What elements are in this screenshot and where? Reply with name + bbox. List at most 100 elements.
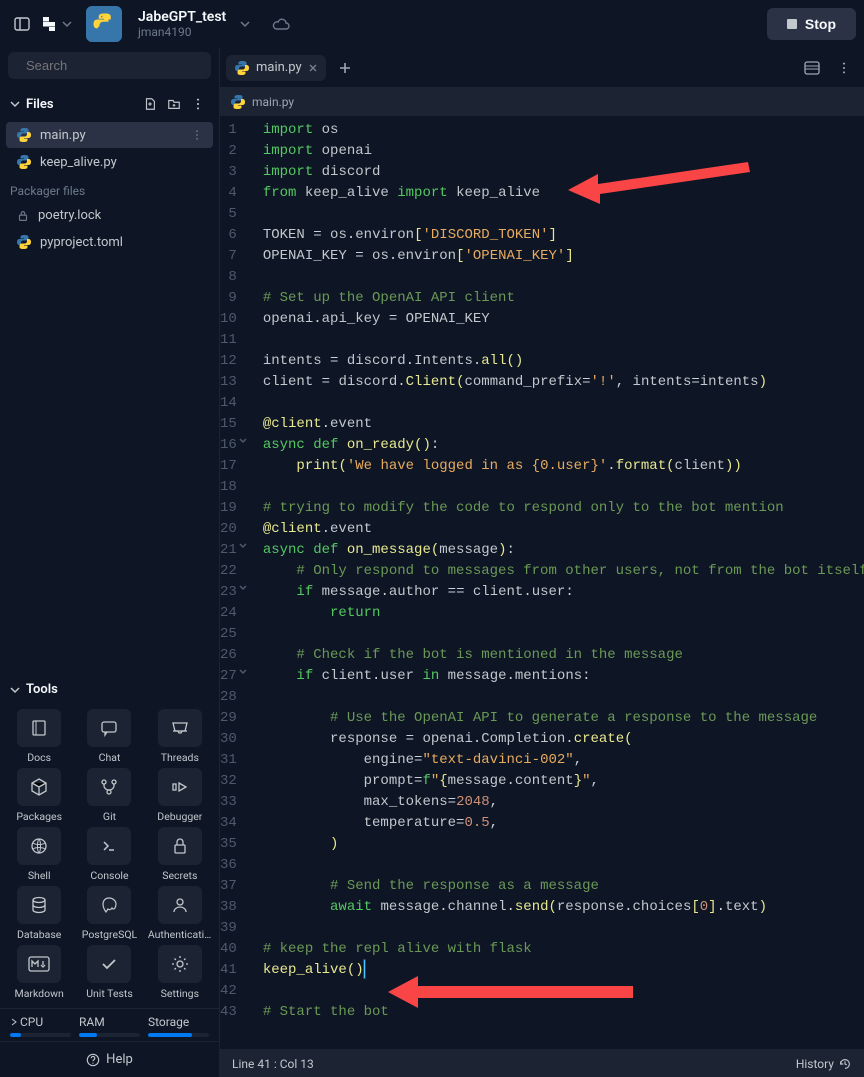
main-area: Files main.py keep_alive.py Packager file… (0, 48, 864, 1077)
cloud-sync-icon[interactable] (272, 17, 290, 31)
help-button[interactable]: Help (0, 1041, 219, 1077)
top-left-controls (8, 10, 72, 38)
console-icon (87, 827, 131, 865)
help-label: Help (106, 1052, 133, 1067)
packager-files-label: Packager files (0, 176, 219, 202)
file-item[interactable]: keep_alive.py (6, 149, 213, 175)
file-name: keep_alive.py (40, 155, 117, 170)
tool-label: Packages (16, 810, 62, 823)
search-bar[interactable] (8, 52, 211, 79)
tab-bar: main.py (220, 48, 864, 88)
file-name: pyproject.toml (40, 235, 123, 250)
breadcrumb-file[interactable]: main.py (252, 95, 294, 109)
chevron-down-icon[interactable] (240, 19, 250, 29)
tool-database[interactable]: Database (6, 886, 72, 941)
tool-secrets[interactable]: Secrets (147, 827, 213, 882)
cube-icon (17, 768, 61, 806)
file-icon (16, 234, 32, 250)
tool-label: Secrets (162, 869, 197, 882)
history-button[interactable]: History (796, 1057, 834, 1071)
breadcrumb-bar: main.py (220, 88, 864, 116)
files-section-header[interactable]: Files (0, 87, 219, 121)
tool-settings[interactable]: Settings (147, 945, 213, 1000)
tool-label: Docs (27, 751, 51, 764)
resource-ram[interactable]: RAM (79, 1015, 140, 1037)
layout-toggle-icon[interactable] (8, 10, 36, 38)
cursor-position: Line 41 : Col 13 (232, 1057, 314, 1071)
more-icon[interactable] (191, 129, 203, 141)
tool-label: Debugger (157, 810, 202, 823)
file-item[interactable]: pyproject.toml (6, 229, 213, 255)
chevron-down-icon (10, 685, 20, 695)
tool-debugger[interactable]: Debugger (147, 768, 213, 823)
history-icon[interactable] (838, 1057, 852, 1071)
packager-file-list: poetry.lock pyproject.toml (0, 202, 219, 256)
tool-label: Chat (99, 751, 121, 764)
lock-icon (158, 827, 202, 865)
tool-label: PostgreSQL (82, 928, 137, 941)
tool-label: Unit Tests (86, 987, 133, 1000)
stop-icon (787, 19, 797, 29)
tool-shell[interactable]: Shell (6, 827, 72, 882)
top-bar: JabeGPT_test jman4190 Stop (0, 0, 864, 48)
file-icon (16, 209, 30, 223)
play-icon (158, 768, 202, 806)
files-label: Files (26, 97, 54, 112)
tools-label: Tools (26, 682, 58, 697)
replit-logo-icon[interactable] (40, 15, 58, 33)
code-content[interactable]: import osimport openaiimport discordfrom… (245, 116, 864, 1049)
tools-header[interactable]: Tools (0, 674, 219, 705)
pane-layout-icon[interactable] (798, 54, 826, 82)
tool-label: Authenticati... (148, 928, 212, 941)
db-icon (17, 886, 61, 924)
code-editor[interactable]: 1234567891011121314151617181920212223242… (220, 116, 864, 1049)
add-tab-button[interactable] (332, 55, 358, 81)
project-title: JabeGPT_test (138, 9, 226, 25)
stop-button[interactable]: Stop (767, 8, 856, 40)
tool-threads[interactable]: Threads (147, 709, 213, 764)
tab-main-py[interactable]: main.py (226, 55, 326, 81)
project-info[interactable]: JabeGPT_test jman4190 (138, 9, 226, 39)
chevron-down-icon (10, 99, 20, 109)
book-icon (17, 709, 61, 747)
tool-console[interactable]: Console (76, 827, 142, 882)
file-item[interactable]: poetry.lock (6, 203, 213, 228)
tool-postgresql[interactable]: PostgreSQL (76, 886, 142, 941)
chevron-right-icon (10, 1018, 18, 1026)
new-file-icon[interactable] (139, 93, 161, 115)
search-input[interactable] (26, 58, 202, 73)
line-gutter: 1234567891011121314151617181920212223242… (220, 116, 245, 1049)
chevron-down-icon[interactable] (62, 19, 72, 29)
tool-label: Git (103, 810, 116, 823)
tool-label: Shell (28, 869, 51, 882)
file-item[interactable]: main.py (6, 122, 213, 148)
tools-section: Tools Docs Chat Threads Packages Git Debugger… (0, 674, 219, 1077)
close-icon[interactable] (308, 63, 318, 73)
tool-packages[interactable]: Packages (6, 768, 72, 823)
status-bar: Line 41 : Col 13 History (220, 1049, 864, 1077)
tool-markdown[interactable]: Markdown (6, 945, 72, 1000)
resource-cpu[interactable]: CPU (10, 1015, 71, 1037)
resource-row: CPU RAM Storage (0, 1008, 219, 1041)
python-language-icon (86, 6, 122, 42)
python-file-icon (230, 94, 246, 110)
more-icon[interactable] (830, 54, 858, 82)
chat-icon (87, 709, 131, 747)
tool-docs[interactable]: Docs (6, 709, 72, 764)
tool-authenticati-[interactable]: Authenticati... (147, 886, 213, 941)
tool-label: Database (17, 928, 61, 941)
gear-icon (158, 945, 202, 983)
tool-git[interactable]: Git (76, 768, 142, 823)
editor-pane: main.py main.py 123456789101112131415161… (220, 48, 864, 1077)
user-icon (158, 886, 202, 924)
shell-icon (17, 827, 61, 865)
tool-label: Settings (161, 987, 199, 1000)
file-list: main.py keep_alive.py (0, 121, 219, 176)
more-icon[interactable] (187, 93, 209, 115)
new-folder-icon[interactable] (163, 93, 185, 115)
tool-label: Markdown (15, 987, 64, 1000)
help-icon (86, 1053, 100, 1067)
tool-unit-tests[interactable]: Unit Tests (76, 945, 142, 1000)
resource-storage[interactable]: Storage (148, 1015, 209, 1037)
tool-chat[interactable]: Chat (76, 709, 142, 764)
